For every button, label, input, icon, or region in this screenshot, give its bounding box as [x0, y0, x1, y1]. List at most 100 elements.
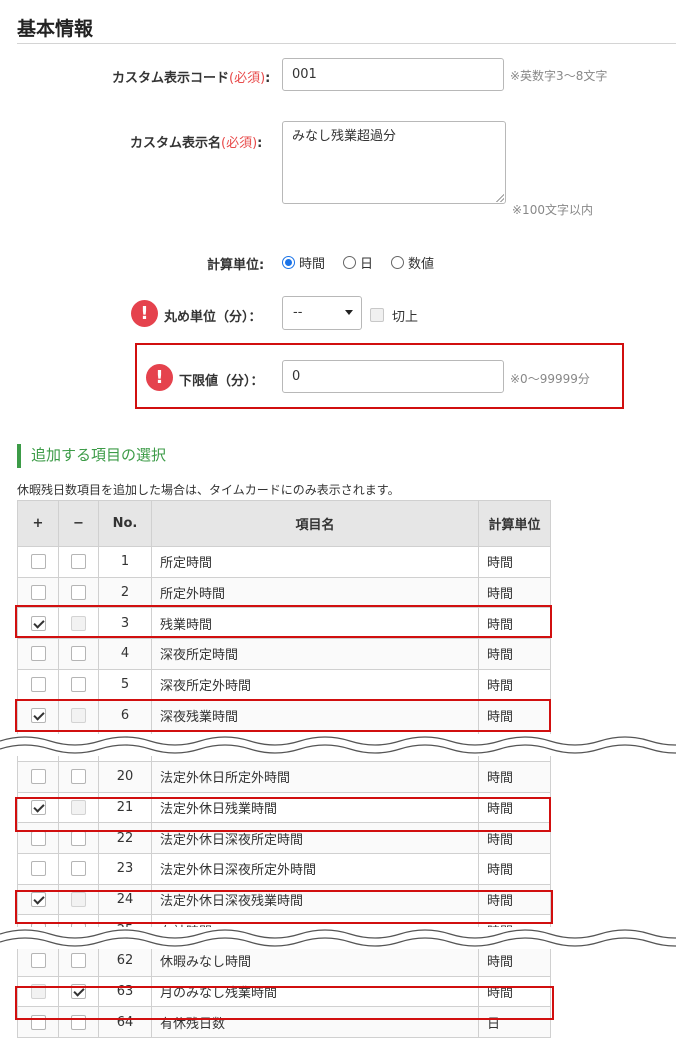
minus-cell [58, 576, 99, 609]
lower-limit-hint: ※0～99999分 [510, 372, 590, 386]
plus-checkbox[interactable] [30, 830, 46, 846]
no-header: No. [98, 500, 152, 547]
minus-checkbox[interactable] [71, 554, 86, 570]
row-unit: 時間 [478, 668, 551, 701]
plus-checkbox[interactable] [30, 677, 46, 693]
omission-break-1 [0, 734, 676, 756]
plus-checkbox[interactable] [30, 554, 46, 570]
round-up-label: 切上 [392, 310, 419, 325]
minus-checkbox[interactable] [71, 861, 86, 877]
caret-down-icon [345, 310, 353, 315]
row-number: 23 [98, 852, 152, 885]
unit-option-label: 数値 [408, 257, 435, 272]
row-item-name: 所定外時間 [151, 576, 479, 609]
plus-cell [17, 668, 59, 701]
name-textarea[interactable]: みなし残業超過分 [282, 121, 506, 204]
lower-limit-input[interactable] [282, 360, 504, 393]
minus-checkbox[interactable] [71, 953, 86, 969]
name-required-mark: (必須) [221, 136, 258, 151]
minus-checkbox[interactable] [71, 769, 86, 785]
row-item-name: 法定外休日深夜所定外時間 [151, 852, 479, 885]
minus-cell [58, 944, 99, 977]
rounding-select[interactable]: -- [282, 296, 362, 330]
plus-cell [17, 852, 59, 885]
plus-header: + [17, 500, 59, 547]
rounding-select-value: -- [293, 305, 303, 320]
highlight-box-row-24 [15, 890, 553, 924]
name-textarea-wrap: みなし残業超過分 [282, 121, 506, 204]
plus-checkbox[interactable] [30, 861, 46, 877]
row-unit: 時間 [478, 546, 551, 578]
table-row: 4 深夜所定時間 時間 [17, 638, 551, 670]
highlight-box-row-6 [15, 699, 551, 732]
row-unit: 時間 [478, 638, 551, 670]
unit-label: 計算単位: [207, 258, 265, 273]
radio-selected-icon[interactable] [282, 256, 295, 269]
table-row: 2 所定外時間 時間 [17, 576, 551, 609]
row-unit: 時間 [478, 576, 551, 609]
name-label-colon: : [257, 136, 263, 151]
minus-checkbox[interactable] [71, 646, 86, 662]
code-label-text: カスタム表示コード [112, 71, 230, 86]
minus-cell [58, 668, 99, 701]
section-title: 基本情報 [17, 18, 94, 40]
round-up-checkbox[interactable] [370, 308, 384, 322]
resize-grip-icon[interactable] [496, 194, 504, 202]
plus-checkbox[interactable] [30, 769, 46, 785]
row-item-name: 法定外休日所定外時間 [151, 760, 479, 793]
exclamation-icon: ! [131, 300, 158, 327]
code-label-colon: : [265, 71, 271, 86]
row-number: 4 [98, 638, 152, 670]
row-number: 5 [98, 668, 152, 701]
wavy-break-icon [0, 929, 676, 947]
plus-cell [17, 638, 59, 670]
name-label-text: カスタム表示名 [130, 136, 222, 151]
table-row: 1 所定時間 時間 [17, 546, 551, 578]
row-unit: 時間 [478, 852, 551, 885]
plus-checkbox[interactable] [30, 585, 46, 601]
code-required-mark: (必須) [229, 71, 266, 86]
highlight-box-row-21 [15, 797, 551, 832]
code-input[interactable] [282, 58, 504, 91]
table-row: 62 休暇みなし時間 時間 [17, 944, 551, 977]
plus-cell [17, 760, 59, 793]
unit-option-label: 時間 [299, 257, 326, 272]
minus-cell [58, 546, 99, 578]
code-hint: ※英数字3～8文字 [510, 69, 608, 83]
items-table: + − No. 項目名 計算単位 1 所定時間 時間 2 所定外時間 時間 3 残業時間 時間 4… [17, 500, 551, 1038]
radio-unselected-icon[interactable] [343, 256, 357, 269]
name-hint: ※100文字以内 [512, 203, 593, 217]
minus-cell [58, 852, 99, 885]
unit-radio-hours[interactable]: 時間 [282, 253, 325, 272]
plus-cell [17, 546, 59, 578]
unit-radio-days[interactable]: 日 [343, 253, 373, 272]
row-number: 1 [98, 546, 152, 578]
minus-checkbox[interactable] [71, 585, 86, 601]
unit-radio-group: 時間 日 数値 [282, 253, 452, 272]
omission-break-2 [0, 927, 676, 949]
unit-header: 計算単位 [478, 500, 551, 547]
minus-checkbox[interactable] [71, 830, 86, 846]
minus-checkbox[interactable] [71, 677, 86, 693]
minus-header: − [58, 500, 99, 547]
table-header-row: + − No. 項目名 計算単位 [17, 500, 551, 547]
row-unit: 時間 [478, 944, 551, 977]
row-number: 2 [98, 576, 152, 609]
plus-checkbox[interactable] [30, 953, 46, 969]
highlight-box-row-3 [15, 605, 552, 638]
plus-checkbox[interactable] [30, 646, 46, 662]
unit-radio-number[interactable]: 数値 [391, 253, 434, 272]
row-item-name: 深夜所定時間 [151, 638, 479, 670]
rounding-label: 丸め単位（分）： [164, 310, 262, 325]
row-item-name: 深夜所定外時間 [151, 668, 479, 701]
unit-option-label: 日 [360, 257, 374, 272]
items-section-title: 追加する項目の選択 [17, 444, 166, 468]
section-divider [17, 43, 676, 44]
items-note: 休暇残日数項目を追加した場合は、タイムカードにのみ表示されます。 [17, 483, 400, 497]
minus-cell [58, 638, 99, 670]
table-row: 23 法定外休日深夜所定外時間 時間 [17, 852, 551, 885]
row-item-name: 所定時間 [151, 546, 479, 578]
row-unit: 時間 [478, 760, 551, 793]
radio-unselected-icon[interactable] [391, 256, 405, 269]
name-header: 項目名 [151, 500, 479, 547]
